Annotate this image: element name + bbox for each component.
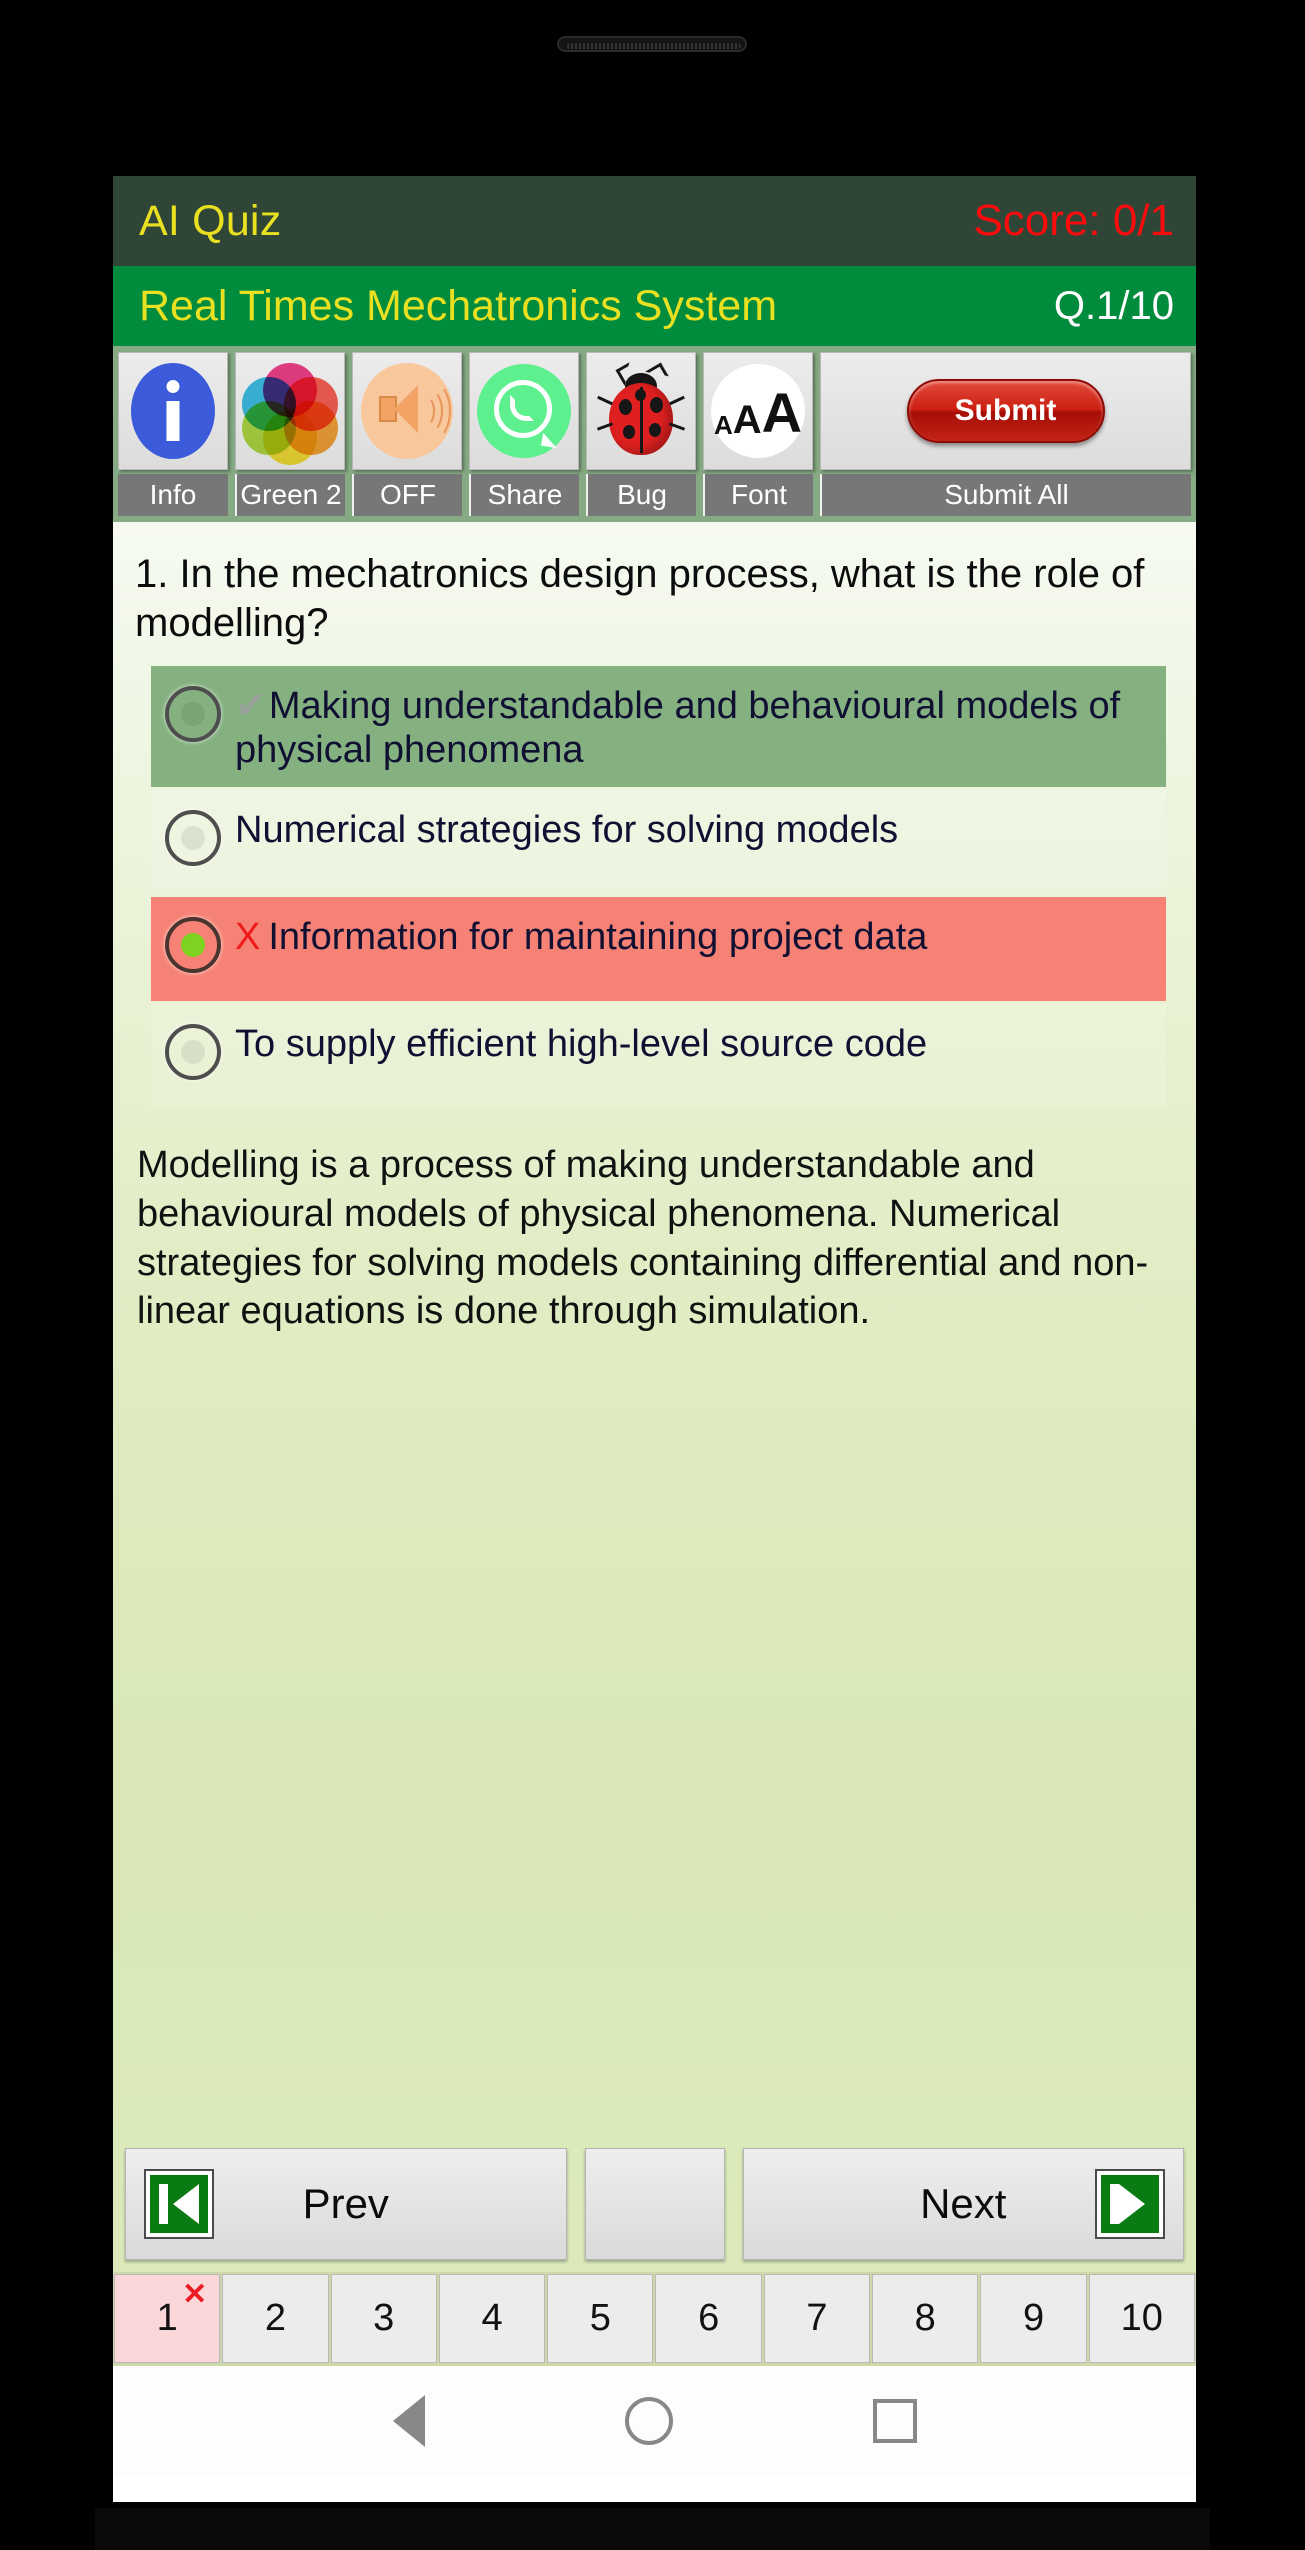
- earpiece-grill: [567, 43, 741, 49]
- heart-icon: [618, 2170, 692, 2238]
- toolbar-labels: Info Green 2 OFF Share Bug Font Submit A…: [113, 474, 1196, 522]
- speaker-mute-icon: [361, 363, 453, 459]
- quiz-body: 1. In the mechatronics design process, w…: [113, 522, 1196, 2272]
- correct-check-icon: ✔: [235, 684, 267, 727]
- option-radio-2[interactable]: [165, 810, 221, 867]
- page-cell-1[interactable]: ✕ 1: [114, 2274, 221, 2363]
- back-icon[interactable]: [392, 2395, 425, 2447]
- page-number-4: 4: [481, 2297, 503, 2339]
- phone-shell: AI Quiz Score: 0/1 Real Times Mechatroni…: [0, 0, 1305, 2550]
- toolbar-label-submit-all: Submit All: [820, 474, 1191, 516]
- toolbar-label-font: Font: [703, 474, 813, 516]
- page-cell-10[interactable]: 10: [1088, 2274, 1195, 2363]
- sound-toggle-button[interactable]: [352, 352, 462, 470]
- score-label: Score: 0/1: [973, 196, 1174, 245]
- option-label-1: ✔Making understandable and behavioural m…: [235, 684, 1121, 772]
- whatsapp-share-icon: [477, 364, 571, 458]
- explanation-text: Modelling is a process of making underst…: [137, 1144, 1149, 1333]
- share-button[interactable]: [469, 352, 579, 470]
- page-number-9: 9: [1022, 2297, 1045, 2339]
- font-size-button[interactable]: AAA: [703, 352, 813, 470]
- submit-all-button[interactable]: Submit: [820, 352, 1191, 470]
- page-cell-5[interactable]: 5: [547, 2274, 654, 2363]
- page-cell-3[interactable]: 3: [330, 2274, 437, 2363]
- option-row-3[interactable]: X Information for maintaining project dat…: [151, 897, 1166, 1002]
- phone-earpiece: [557, 36, 747, 52]
- prev-button[interactable]: Prev: [125, 2148, 567, 2260]
- page-number-6: 6: [698, 2297, 720, 2339]
- page-number-1: 1: [156, 2297, 178, 2339]
- option-label-2: Numerical strategies for solving models: [235, 809, 899, 852]
- navigation-row: Prev Next: [113, 2138, 1196, 2272]
- skip-previous-icon: [144, 2169, 214, 2239]
- page-cell-6[interactable]: 6: [655, 2274, 762, 2363]
- option-radio-3[interactable]: [165, 917, 221, 974]
- option-label-3: X Information for maintaining project dat…: [235, 916, 928, 959]
- toolbar-label-share: Share: [469, 474, 579, 516]
- option-row-2[interactable]: Numerical strategies for solving models: [151, 790, 1166, 895]
- skip-next-icon: [1095, 2169, 1165, 2239]
- ladybug-icon: [595, 362, 687, 459]
- recents-icon[interactable]: [872, 2399, 917, 2443]
- report-bug-button[interactable]: [586, 352, 696, 470]
- font-size-icon: AAA: [711, 364, 805, 458]
- toolbar-label-bug: Bug: [586, 474, 696, 516]
- home-icon[interactable]: [624, 2397, 673, 2445]
- color-palette-icon: [242, 363, 338, 465]
- page-number-3: 3: [373, 2297, 395, 2339]
- quiz-app-viewport: AI Quiz Score: 0/1 Real Times Mechatroni…: [113, 176, 1196, 2502]
- page-number-8: 8: [914, 2297, 936, 2339]
- subject-title: Real Times Mechatronics System: [139, 281, 778, 330]
- page-cell-4[interactable]: 4: [438, 2274, 546, 2363]
- page-number-10: 10: [1120, 2297, 1163, 2339]
- title-bar: AI Quiz Score: 0/1: [113, 176, 1196, 266]
- submit-button-label: Submit: [906, 379, 1105, 443]
- option-radio-1[interactable]: [165, 685, 221, 742]
- page-cell-7[interactable]: 7: [763, 2274, 871, 2363]
- phone-bottom-bezel: [95, 2508, 1210, 2550]
- question-counter: Q.1/10: [1053, 284, 1174, 328]
- option-label-4: To supply efficient high-level source co…: [235, 1023, 928, 1066]
- options-list: ✔Making understandable and behavioural m…: [113, 660, 1196, 1109]
- toolbar-label-sound: OFF: [352, 474, 462, 516]
- favourite-button[interactable]: [584, 2148, 725, 2260]
- page-cell-8[interactable]: 8: [872, 2274, 979, 2363]
- question-text: 1. In the mechatronics design process, w…: [135, 552, 1145, 645]
- page-cell-2[interactable]: 2: [222, 2274, 329, 2363]
- android-system-nav: [113, 2366, 1196, 2476]
- page-wrong-badge: ✕: [182, 2278, 208, 2311]
- theme-color-button[interactable]: [235, 352, 345, 470]
- next-button[interactable]: Next: [742, 2148, 1184, 2260]
- wrong-x-icon: X: [235, 916, 261, 959]
- option-row-4[interactable]: To supply efficient high-level source co…: [151, 1004, 1166, 1109]
- subject-bar: Real Times Mechatronics System Q.1/10: [113, 266, 1196, 346]
- info-button[interactable]: [118, 352, 228, 470]
- question-pagination: ✕ 1 2 3 4 5 6 7 8 9 10: [113, 2272, 1196, 2366]
- option-row-1[interactable]: ✔Making understandable and behavioural m…: [151, 665, 1166, 788]
- info-icon: [131, 363, 215, 459]
- page-cell-9[interactable]: 9: [980, 2274, 1087, 2363]
- toolbar: AAA Submit: [113, 346, 1196, 474]
- option-radio-4[interactable]: [165, 1024, 221, 1081]
- toolbar-label-info: Info: [118, 474, 228, 516]
- page-number-5: 5: [589, 2297, 611, 2339]
- app-title: AI Quiz: [139, 196, 282, 245]
- next-button-label: Next: [920, 2180, 1007, 2227]
- toolbar-label-theme: Green 2: [235, 474, 345, 516]
- prev-button-label: Prev: [302, 2180, 389, 2227]
- page-number-2: 2: [264, 2297, 287, 2339]
- page-number-7: 7: [806, 2297, 828, 2339]
